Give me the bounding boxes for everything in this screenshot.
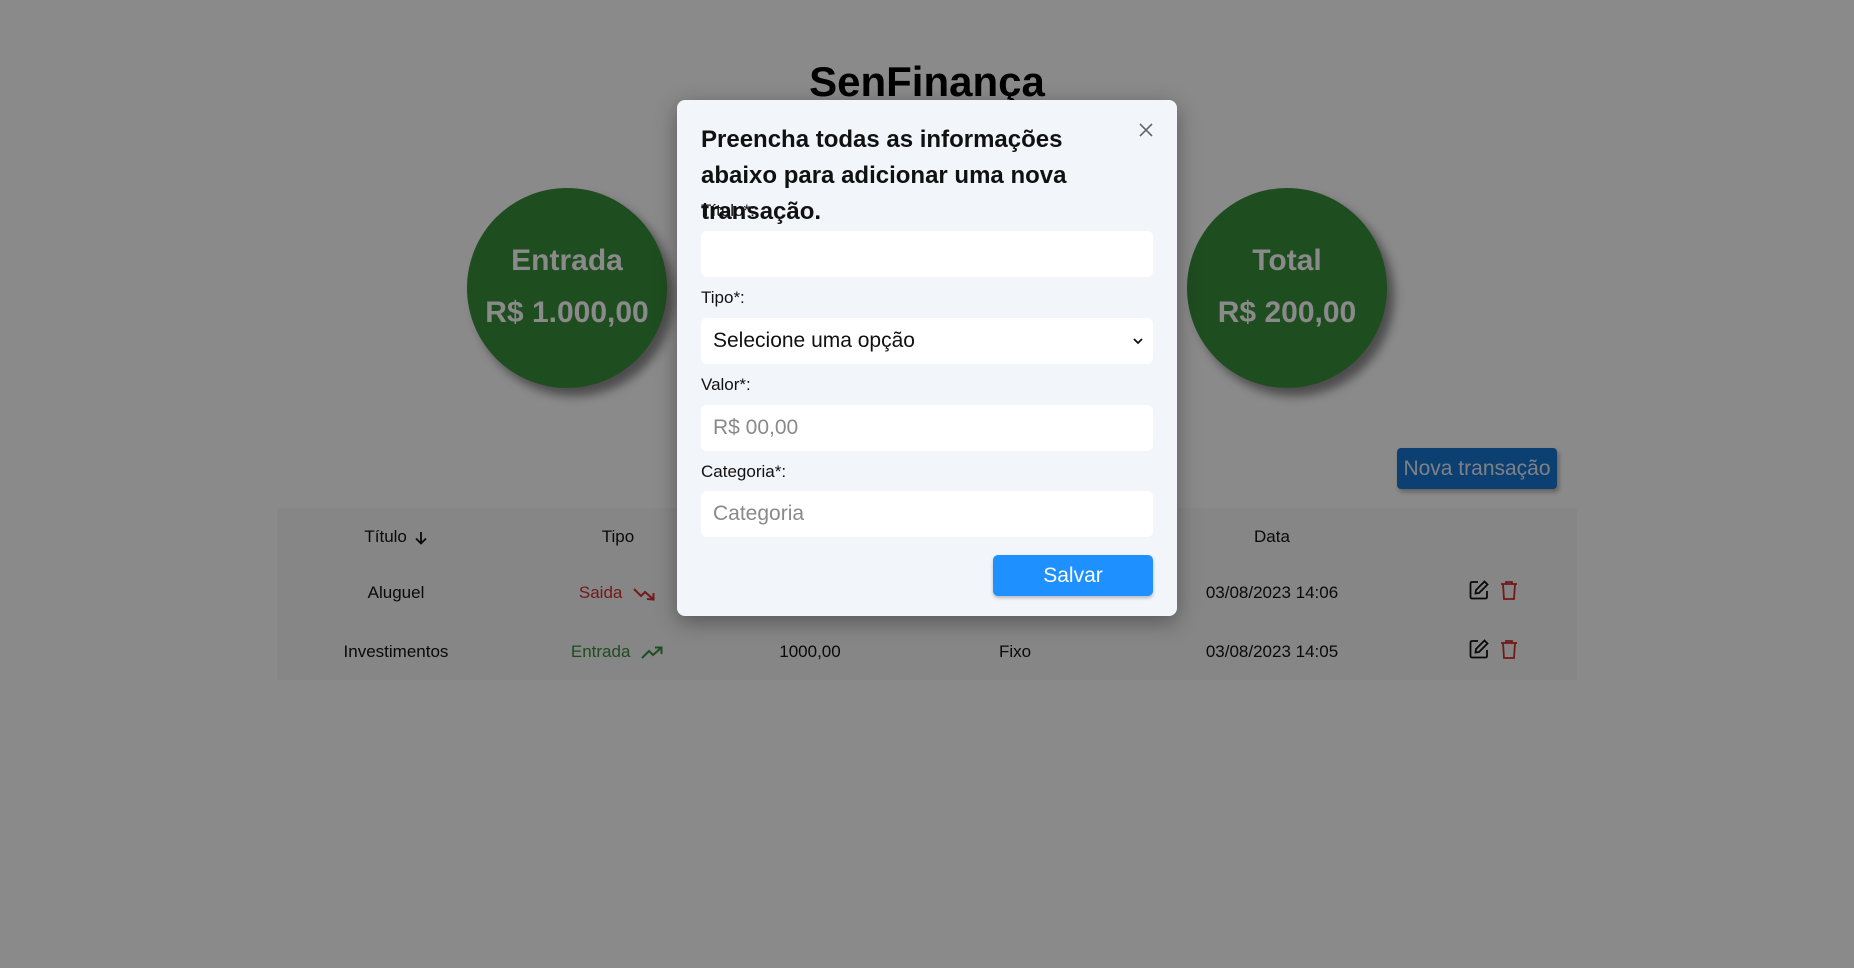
titulo-label: Título*:	[701, 201, 755, 220]
valor-input[interactable]	[701, 405, 1153, 451]
tipo-select-value: Selecione uma opção	[713, 329, 915, 352]
categoria-label: Categoria*:	[701, 462, 787, 481]
chevron-down-icon	[1133, 338, 1143, 345]
close-icon	[1139, 123, 1153, 137]
close-button[interactable]	[1134, 118, 1158, 142]
page: SenFinança Entrada R$ 1.000,00 Total R$ …	[0, 0, 1854, 968]
categoria-input[interactable]	[701, 491, 1153, 537]
modal-title: Preencha todas as informações abaixo par…	[701, 126, 1067, 225]
tipo-select[interactable]: Selecione uma opção	[701, 318, 1153, 364]
new-transaction-modal: Preencha todas as informações abaixo par…	[677, 100, 1177, 616]
save-button[interactable]: Salvar	[993, 555, 1153, 596]
tipo-label: Tipo*:	[701, 288, 745, 307]
titulo-input[interactable]	[701, 231, 1153, 277]
valor-label: Valor*:	[701, 375, 751, 394]
